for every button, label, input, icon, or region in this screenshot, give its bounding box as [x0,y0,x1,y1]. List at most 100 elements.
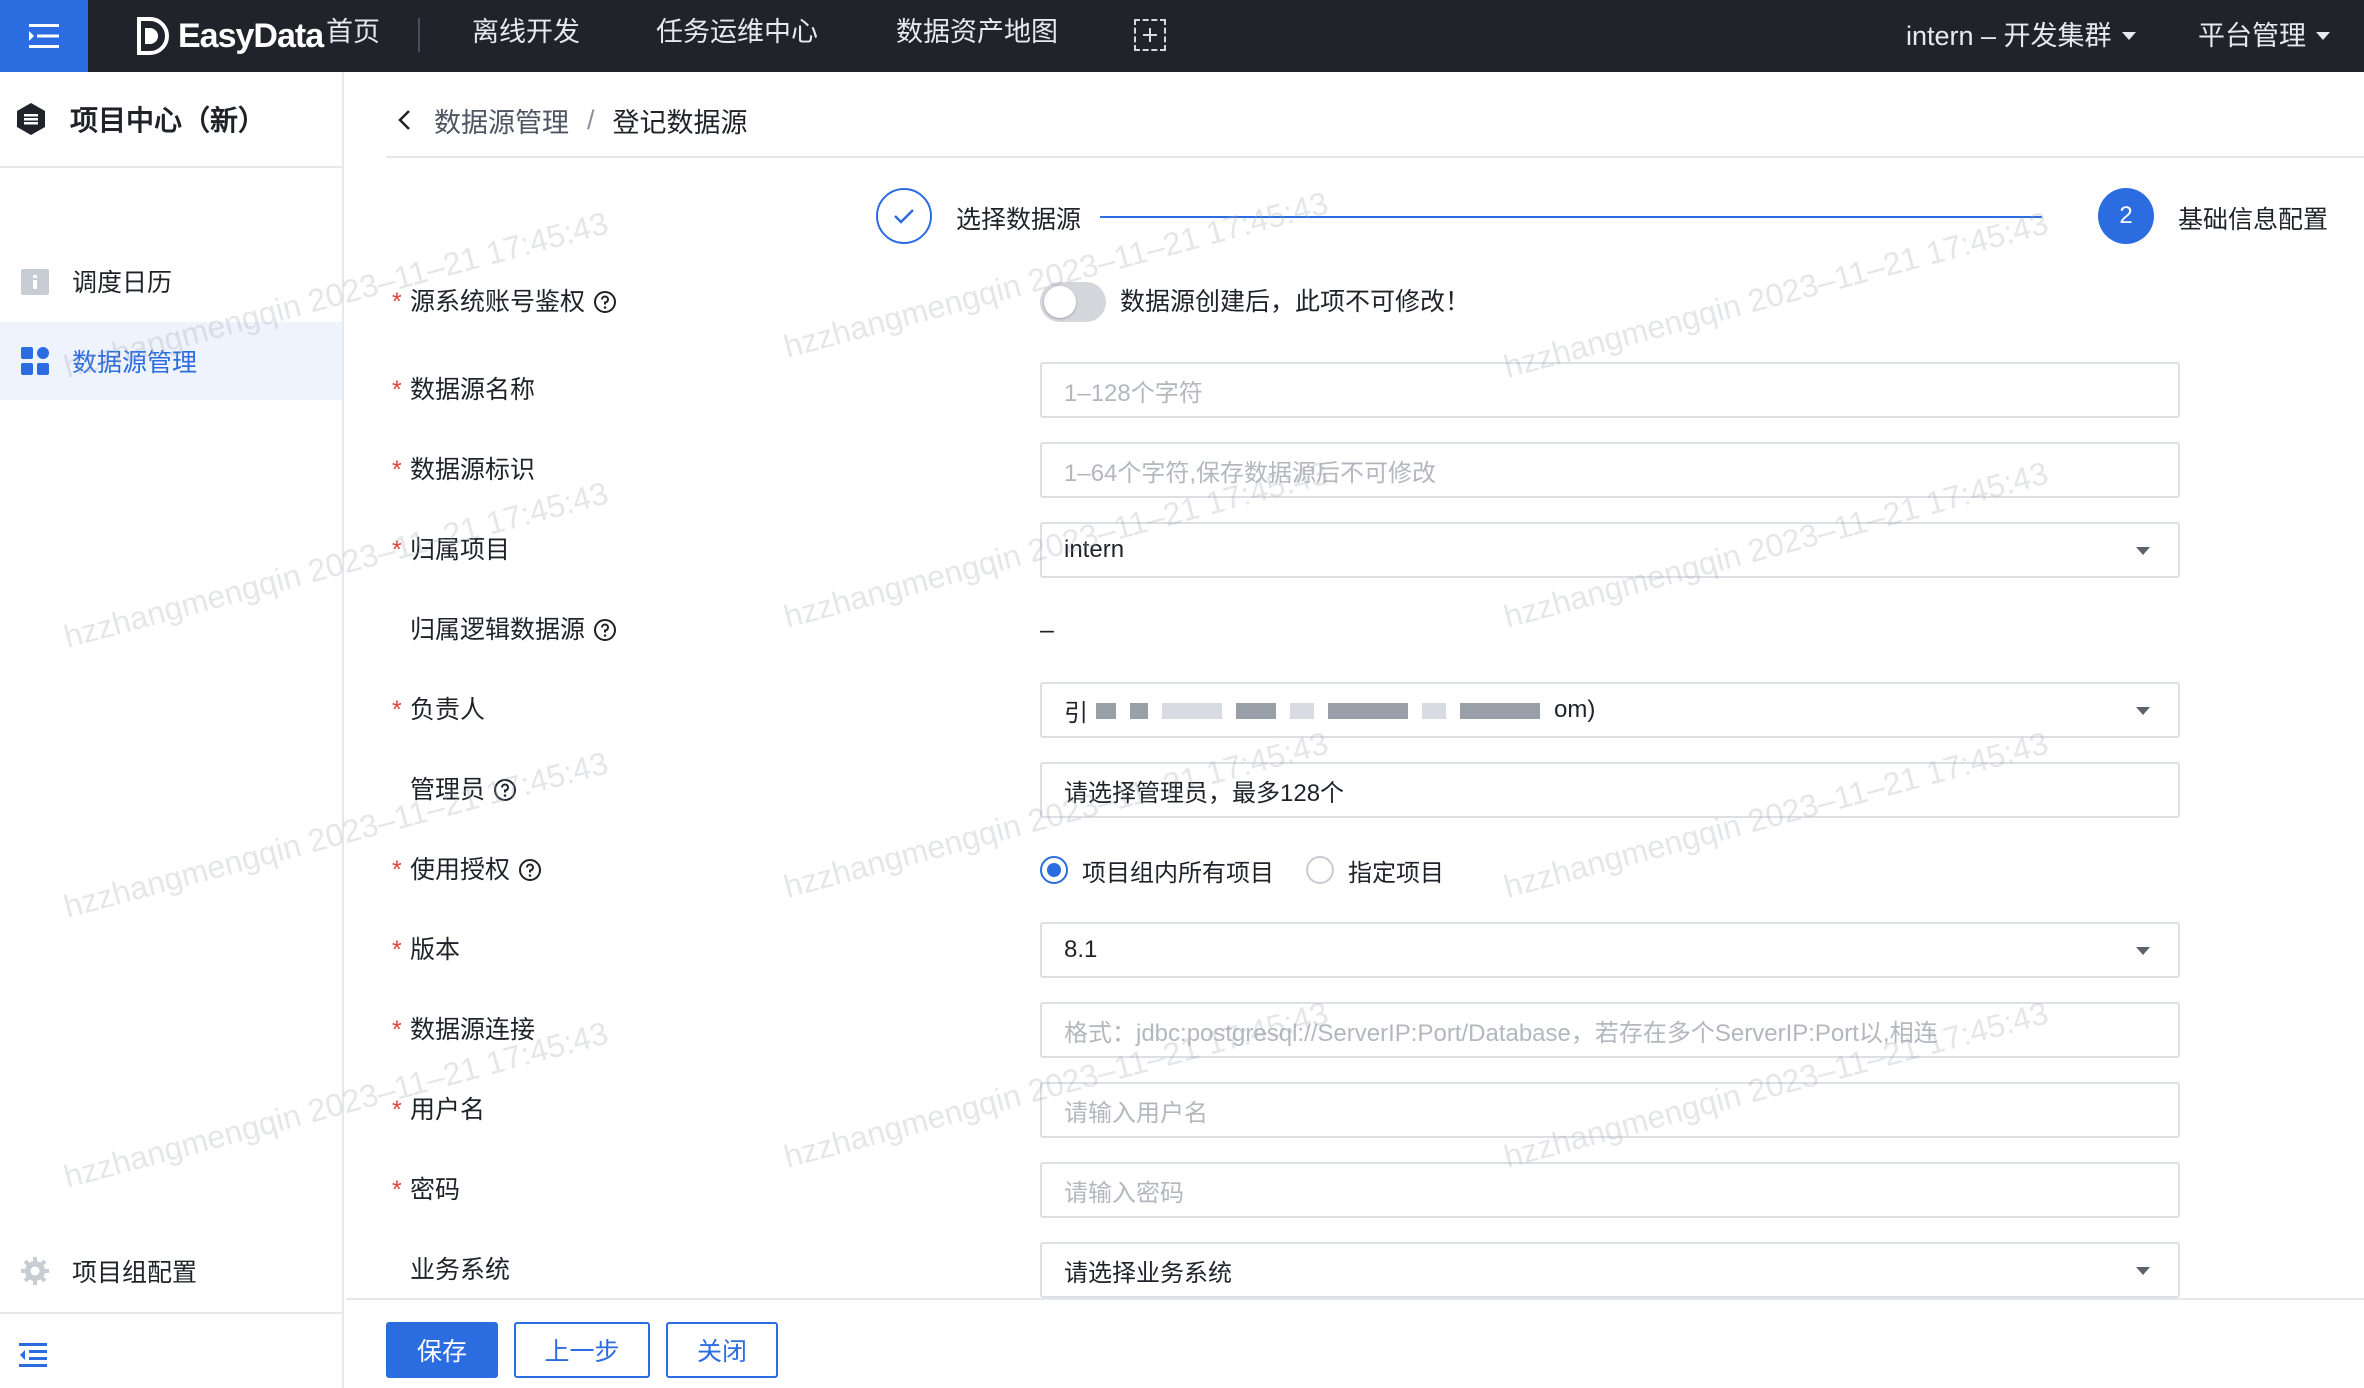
nav-offline-dev[interactable]: 离线开发 [472,0,580,72]
required-mark: * [392,1016,402,1044]
chevron-down-icon [2136,707,2150,715]
radio-label[interactable]: 项目组内所有项目 [1082,853,1274,888]
placeholder-text: 格式：jdbc:postgresql://ServerIP:Port/Datab… [1064,1019,1938,1047]
easydata-logo[interactable]: EasyData [136,0,324,72]
form-row-password: * 密码 请输入密码 [392,1162,2192,1218]
required-mark: * [392,856,402,884]
save-button[interactable]: 保存 [386,1322,498,1378]
sidebar-item-label: 项目组配置 [72,1259,198,1287]
field-label: * 源系统账号鉴权 [392,274,617,330]
step-1-done-indicator [876,188,932,244]
breadcrumb-separator: / [587,104,595,135]
sidebar-item-project-group-config[interactable]: 项目组配置 [0,1232,342,1310]
nav-divider [418,18,420,52]
form-row-username: * 用户名 请输入用户名 [392,1082,2192,1138]
form-row-owner: * 负责人 引 om) [392,682,2192,738]
menu-toggle-button[interactable] [0,0,88,72]
breadcrumb-current: 登记数据源 [612,107,748,138]
sidebar-title: 项目中心（新） [70,105,267,136]
collapse-menu-icon [19,1343,47,1367]
back-button[interactable] [396,108,412,132]
project-hexagon-icon [17,103,45,135]
check-icon [894,209,914,224]
chevron-left-icon [398,110,410,130]
chevron-down-icon [2121,32,2136,40]
field-label: * 数据源名称 [392,362,535,418]
version-select[interactable]: 8.1 [1040,922,2180,978]
chevron-down-icon [2136,1267,2150,1275]
field-label: 业务系统 [410,1256,511,1284]
form-row-project: * 归属项目 intern [392,522,2192,578]
owner-select[interactable]: 引 om) [1040,682,2180,738]
usage-auth-radio-group: 项目组内所有项目 指定项目 [1040,842,1476,898]
placeholder-text: 1–128个字符 [1064,379,1203,407]
logical-datasource-value: – [1040,616,1054,644]
sidebar-divider [0,1312,342,1314]
breadcrumb-parent-link[interactable]: 数据源管理 [434,101,569,140]
form-row-auth: * 源系统账号鉴权 数据源创建后，此项不可修改！ [392,274,2192,330]
collapse-sidebar-button[interactable] [18,1342,48,1373]
placeholder-text: 请输入密码 [1064,1179,1184,1207]
sidebar-item-schedule-calendar[interactable]: 调度日历 [0,242,342,320]
username-input[interactable]: 请输入用户名 [1040,1082,2180,1138]
field-label: 管理员 [392,762,517,818]
placeholder-text: 1–64个字符,保存数据源后不可修改 [1064,459,1437,487]
field-label: 归属逻辑数据源 [392,602,617,658]
business-system-select[interactable]: 请选择业务系统 [1040,1242,2180,1298]
nav-data-asset-map[interactable]: 数据资产地图 [896,0,1058,72]
field-label: * 归属项目 [392,522,510,578]
sidebar-item-label: 数据源管理 [72,349,198,377]
sidebar-item-datasource-management[interactable]: 数据源管理 [0,322,342,400]
field-label: * 用户名 [392,1082,485,1138]
password-input[interactable]: 请输入密码 [1040,1162,2180,1218]
required-mark: * [392,1176,402,1204]
required-mark: * [392,456,402,484]
help-circle-icon[interactable] [593,290,617,314]
radio-label[interactable]: 指定项目 [1348,853,1444,888]
field-label: * 版本 [392,922,460,978]
selected-value: 8.1 [1064,936,1098,963]
auth-toggle-switch[interactable] [1040,282,1106,322]
step-1-label: 选择数据源 [956,206,1082,234]
radio-all-projects[interactable] [1040,856,1068,884]
owner-value-suffix: om) [1554,696,1596,723]
selected-value: intern [1064,536,1125,563]
calendar-icon [21,269,49,295]
placeholder-text: 请选择业务系统 [1064,1259,1232,1287]
platform-admin-menu[interactable]: 平台管理 [2198,0,2330,72]
form-row-identifier: * 数据源标识 1–64个字符,保存数据源后不可修改 [392,442,2192,498]
form-row-admin: 管理员 请选择管理员，最多128个 [392,762,2192,818]
sidebar: 项目中心（新） 调度日历 数据源管理 项目组配置 [0,72,344,1388]
admin-select[interactable]: 请选择管理员，最多128个 [1040,762,2180,818]
step-2-label: 基础信息配置 [2178,206,2329,234]
toggle-knob [1044,286,1076,318]
plus-icon [1143,28,1157,42]
main-content: 数据源管理 / 登记数据源 选择数据源 2 基础信息配置 * 源系统账号鉴权 数… [346,72,2364,1388]
cluster-label: intern – 开发集群 [1906,21,2112,51]
sidebar-item-label: 调度日历 [72,269,173,297]
easydata-logo-icon [137,17,169,55]
datasource-identifier-input[interactable]: 1–64个字符,保存数据源后不可修改 [1040,442,2180,498]
chevron-down-icon [2136,547,2150,555]
form-footer: 保存 上一步 关闭 [346,1298,2364,1388]
hamburger-menu-icon [29,24,59,48]
connection-input[interactable]: 格式：jdbc:postgresql://ServerIP:Port/Datab… [1040,1002,2180,1058]
required-mark: * [392,696,402,724]
help-circle-icon[interactable] [518,858,542,882]
previous-step-button[interactable]: 上一步 [514,1322,650,1378]
cluster-selector[interactable]: intern – 开发集群 [1906,0,2136,72]
nav-task-ops[interactable]: 任务运维中心 [656,0,818,72]
required-mark: * [392,1096,402,1124]
project-select[interactable]: intern [1040,522,2180,578]
field-label: * 密码 [392,1162,460,1218]
field-label: * 负责人 [392,682,485,738]
field-label: * 数据源连接 [392,1002,535,1058]
grid-dashboard-icon [21,347,49,375]
datasource-name-input[interactable]: 1–128个字符 [1040,362,2180,418]
nav-home[interactable]: 首页 [326,0,380,72]
help-circle-icon[interactable] [593,618,617,642]
close-button[interactable]: 关闭 [666,1322,778,1378]
radio-specified-projects[interactable] [1306,856,1334,884]
add-tab-button[interactable] [1134,19,1166,51]
help-circle-icon[interactable] [493,778,517,802]
